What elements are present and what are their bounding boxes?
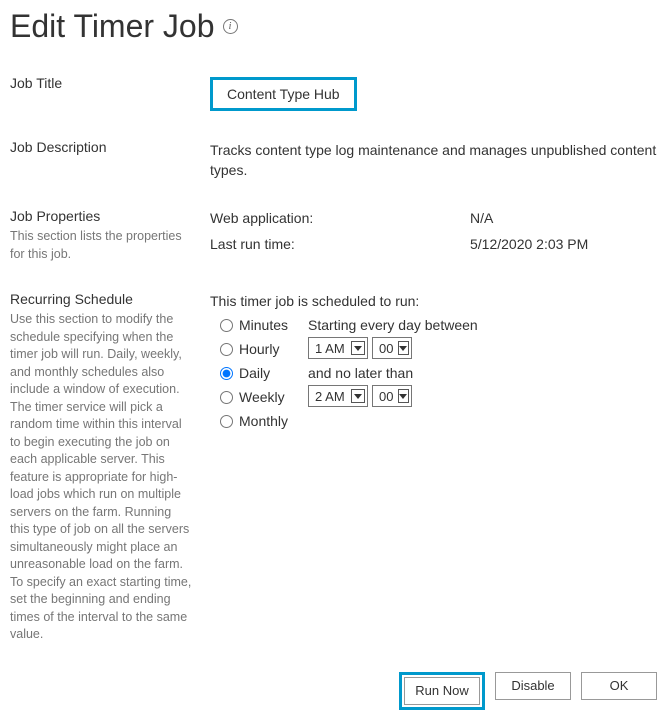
property-row: Last run time: 5/12/2020 2:03 PM [210, 236, 657, 252]
section-job-title: Job Title Content Type Hub [10, 75, 657, 111]
radio-minutes-label: Minutes [239, 317, 288, 333]
chevron-down-icon [398, 341, 410, 355]
start-hour-value: 1 AM [315, 341, 345, 356]
ok-button[interactable]: OK [581, 672, 657, 700]
end-label: and no later than [308, 365, 478, 381]
end-hour-value: 2 AM [315, 389, 345, 404]
job-title-label: Job Title [10, 75, 192, 91]
job-title-value: Content Type Hub [210, 77, 357, 111]
chevron-down-icon [398, 389, 410, 403]
start-label: Starting every day between [308, 317, 478, 333]
radio-monthly-input[interactable] [220, 415, 233, 428]
start-hour-select[interactable]: 1 AM [308, 337, 368, 359]
section-schedule: Recurring Schedule Use this section to m… [10, 291, 657, 644]
property-label: Web application: [210, 210, 470, 226]
property-value: 5/12/2020 2:03 PM [470, 236, 588, 252]
page-title: Edit Timer Job i [10, 8, 657, 45]
run-now-highlight: Run Now [399, 672, 485, 710]
radio-monthly-label: Monthly [239, 413, 288, 429]
job-description-label: Job Description [10, 139, 192, 155]
start-min-select[interactable]: 00 [372, 337, 412, 359]
button-bar: Run Now Disable OK [10, 672, 657, 710]
schedule-radio-list: Minutes Hourly Daily Weekly Monthly [210, 317, 288, 429]
run-now-button[interactable]: Run Now [404, 677, 480, 705]
schedule-help: Use this section to modify the schedule … [10, 311, 192, 644]
radio-weekly[interactable]: Weekly [220, 389, 288, 405]
radio-daily[interactable]: Daily [220, 365, 288, 381]
job-properties-label: Job Properties [10, 208, 192, 224]
property-row: Web application: N/A [210, 210, 657, 226]
property-label: Last run time: [210, 236, 470, 252]
radio-minutes[interactable]: Minutes [220, 317, 288, 333]
radio-hourly[interactable]: Hourly [220, 341, 288, 357]
schedule-label: Recurring Schedule [10, 291, 192, 307]
radio-monthly[interactable]: Monthly [220, 413, 288, 429]
radio-minutes-input[interactable] [220, 319, 233, 332]
radio-weekly-input[interactable] [220, 391, 233, 404]
info-icon[interactable]: i [223, 19, 238, 34]
radio-weekly-label: Weekly [239, 389, 285, 405]
schedule-intro: This timer job is scheduled to run: [210, 293, 657, 309]
end-hour-select[interactable]: 2 AM [308, 385, 368, 407]
radio-hourly-input[interactable] [220, 343, 233, 356]
disable-button[interactable]: Disable [495, 672, 571, 700]
property-value: N/A [470, 210, 493, 226]
job-properties-help: This section lists the properties for th… [10, 228, 192, 263]
page-title-text: Edit Timer Job [10, 8, 215, 45]
radio-hourly-label: Hourly [239, 341, 279, 357]
job-description-value: Tracks content type log maintenance and … [210, 141, 657, 180]
end-min-value: 00 [379, 389, 393, 404]
end-min-select[interactable]: 00 [372, 385, 412, 407]
start-min-value: 00 [379, 341, 393, 356]
radio-daily-label: Daily [239, 365, 270, 381]
radio-daily-input[interactable] [220, 367, 233, 380]
section-job-description: Job Description Tracks content type log … [10, 139, 657, 180]
chevron-down-icon [351, 389, 365, 403]
section-job-properties: Job Properties This section lists the pr… [10, 208, 657, 263]
chevron-down-icon [351, 341, 365, 355]
time-block: Starting every day between 1 AM 00 and n… [308, 317, 478, 429]
